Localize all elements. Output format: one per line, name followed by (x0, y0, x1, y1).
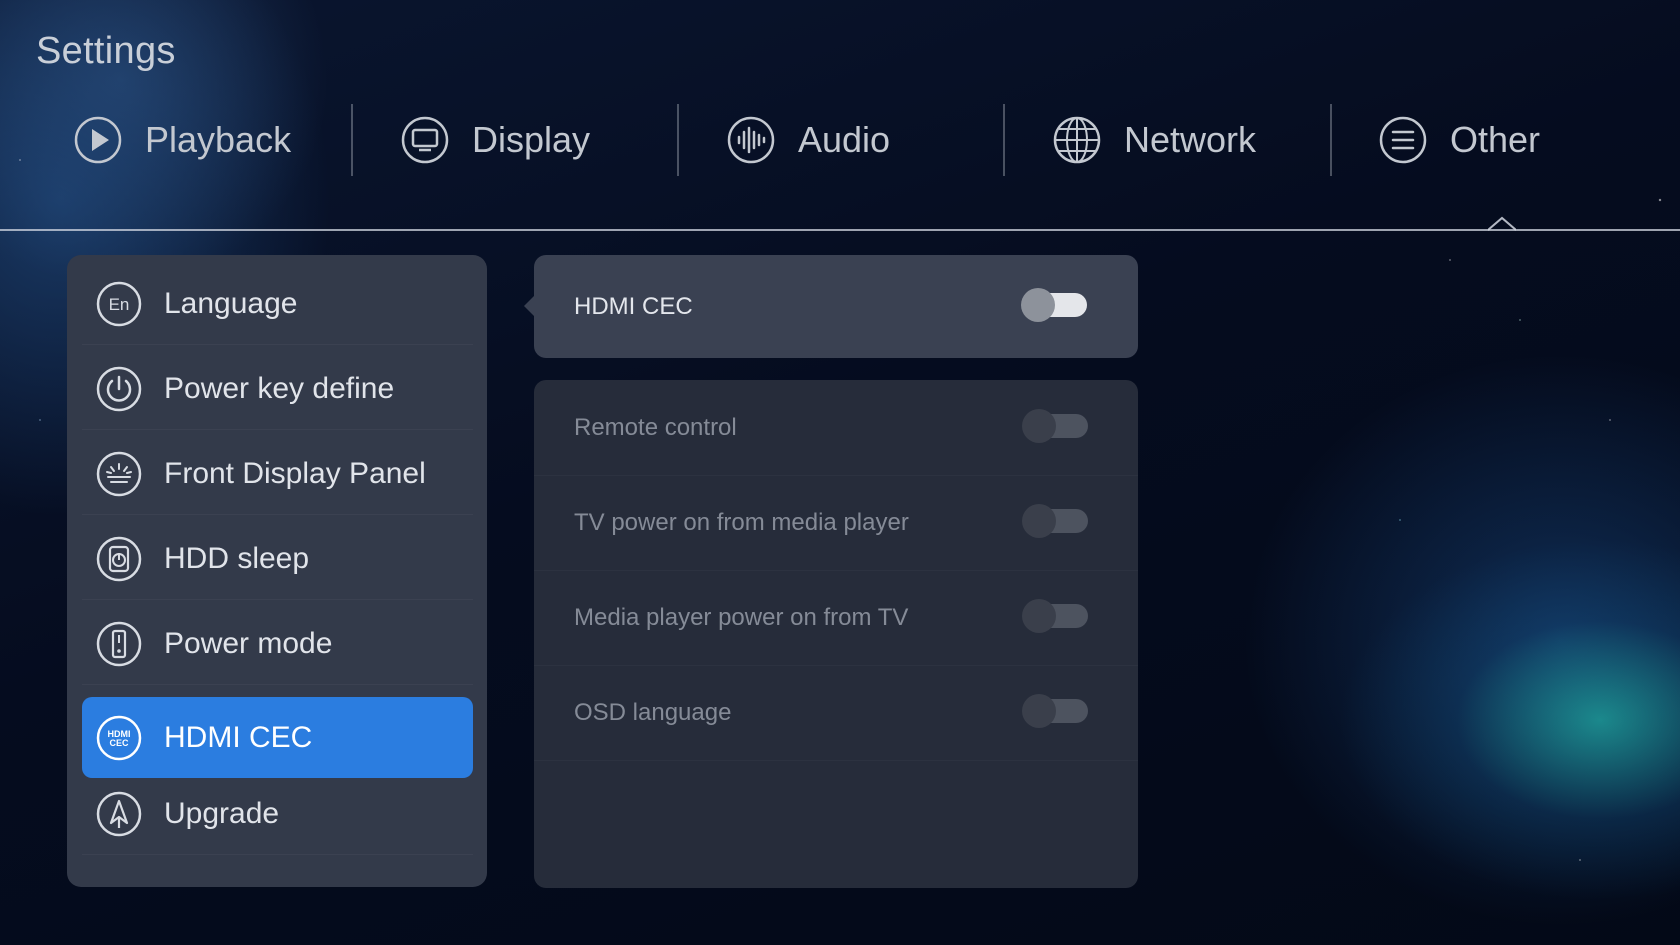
front-panel-icon (96, 451, 142, 496)
toggle-knob (1021, 288, 1055, 322)
tab-divider (1003, 104, 1005, 176)
globe-icon (1053, 116, 1101, 164)
tab-other[interactable]: Other (1378, 96, 1540, 184)
sidebar-item-front-display-panel[interactable]: Front Display Panel (82, 433, 473, 515)
power-mode-icon (96, 621, 142, 666)
option-label: Remote control (574, 414, 737, 441)
remote-control-toggle[interactable] (1022, 409, 1088, 443)
power-icon (96, 366, 142, 411)
osd-language-toggle[interactable] (1022, 694, 1088, 728)
tab-label: Playback (145, 119, 292, 160)
toggle-knob (1022, 694, 1056, 728)
sidebar-item-upgrade[interactable]: Upgrade (82, 773, 473, 855)
option-label: OSD language (574, 699, 732, 726)
language-en-icon: En (96, 281, 142, 326)
selected-tab-indicator (1488, 216, 1516, 231)
hdmi-cec-toggle[interactable] (1021, 288, 1087, 322)
sidebar-item-label: Power key define (164, 371, 395, 405)
tab-audio[interactable]: Audio (726, 96, 890, 184)
sidebar-item-label: HDMI CEC (164, 720, 313, 754)
tab-playback[interactable]: Playback (73, 96, 291, 184)
page-title: Settings (36, 30, 176, 72)
hdmi-cec-icon: HDMI CEC (96, 715, 142, 760)
option-row-player-power-on[interactable]: Media player power on from TV (534, 570, 1138, 666)
sidebar-item-language[interactable]: En Language (82, 263, 473, 345)
sidebar-menu: En Language Power key define Front Displ… (67, 255, 487, 887)
hdmi-cec-label: HDMI CEC (574, 293, 693, 320)
sidebar-item-label: Upgrade (164, 796, 280, 830)
hdd-sleep-icon (96, 536, 142, 581)
tab-label: Network (1124, 119, 1257, 160)
option-label: TV power on from media player (574, 509, 909, 536)
sidebar-item-label: Language (164, 286, 298, 320)
toggle-knob (1022, 504, 1056, 538)
sidebar-item-label: HDD sleep (164, 541, 310, 575)
sidebar-item-hdmi-cec[interactable]: HDMI CEC HDMI CEC (82, 697, 473, 778)
tab-display[interactable]: Display (400, 96, 590, 184)
player-power-on-toggle[interactable] (1022, 599, 1088, 633)
sidebar-item-label: Front Display Panel (164, 456, 426, 490)
cec-options-panel: Remote control TV power on from media pl… (534, 380, 1138, 888)
tab-label: Other (1450, 119, 1541, 160)
tab-label: Display (472, 119, 591, 160)
toggle-knob (1022, 409, 1056, 443)
tv-power-on-toggle[interactable] (1022, 504, 1088, 538)
tab-divider (351, 104, 353, 176)
tab-divider (677, 104, 679, 176)
sidebar-item-label: Power mode (164, 626, 333, 660)
play-icon (74, 116, 122, 164)
option-row-tv-power-on[interactable]: TV power on from media player (534, 475, 1138, 571)
monitor-icon (401, 116, 449, 164)
tab-label: Audio (798, 119, 891, 160)
svg-text:En: En (109, 295, 130, 314)
sidebar-item-power-mode[interactable]: Power mode (82, 603, 473, 685)
option-label: Media player power on from TV (574, 604, 909, 631)
option-row-remote-control[interactable]: Remote control (534, 380, 1138, 476)
hdmi-cec-toggle-row[interactable]: HDMI CEC (534, 255, 1138, 358)
audio-wave-icon (727, 116, 775, 164)
upgrade-icon (96, 791, 142, 836)
option-row-osd-language[interactable]: OSD language (534, 665, 1138, 761)
menu-lines-icon (1379, 116, 1427, 164)
sidebar-item-hdd-sleep[interactable]: HDD sleep (82, 518, 473, 600)
tab-network[interactable]: Network (1052, 96, 1256, 184)
hdmi-cec-icon-text: HDMI CEC (108, 729, 131, 748)
toggle-knob (1022, 599, 1056, 633)
sidebar-item-power-key-define[interactable]: Power key define (82, 348, 473, 430)
tab-underline-divider (0, 229, 1680, 231)
tab-divider (1330, 104, 1332, 176)
top-tab-bar: Playback Display Audio Network Other (0, 96, 1680, 184)
